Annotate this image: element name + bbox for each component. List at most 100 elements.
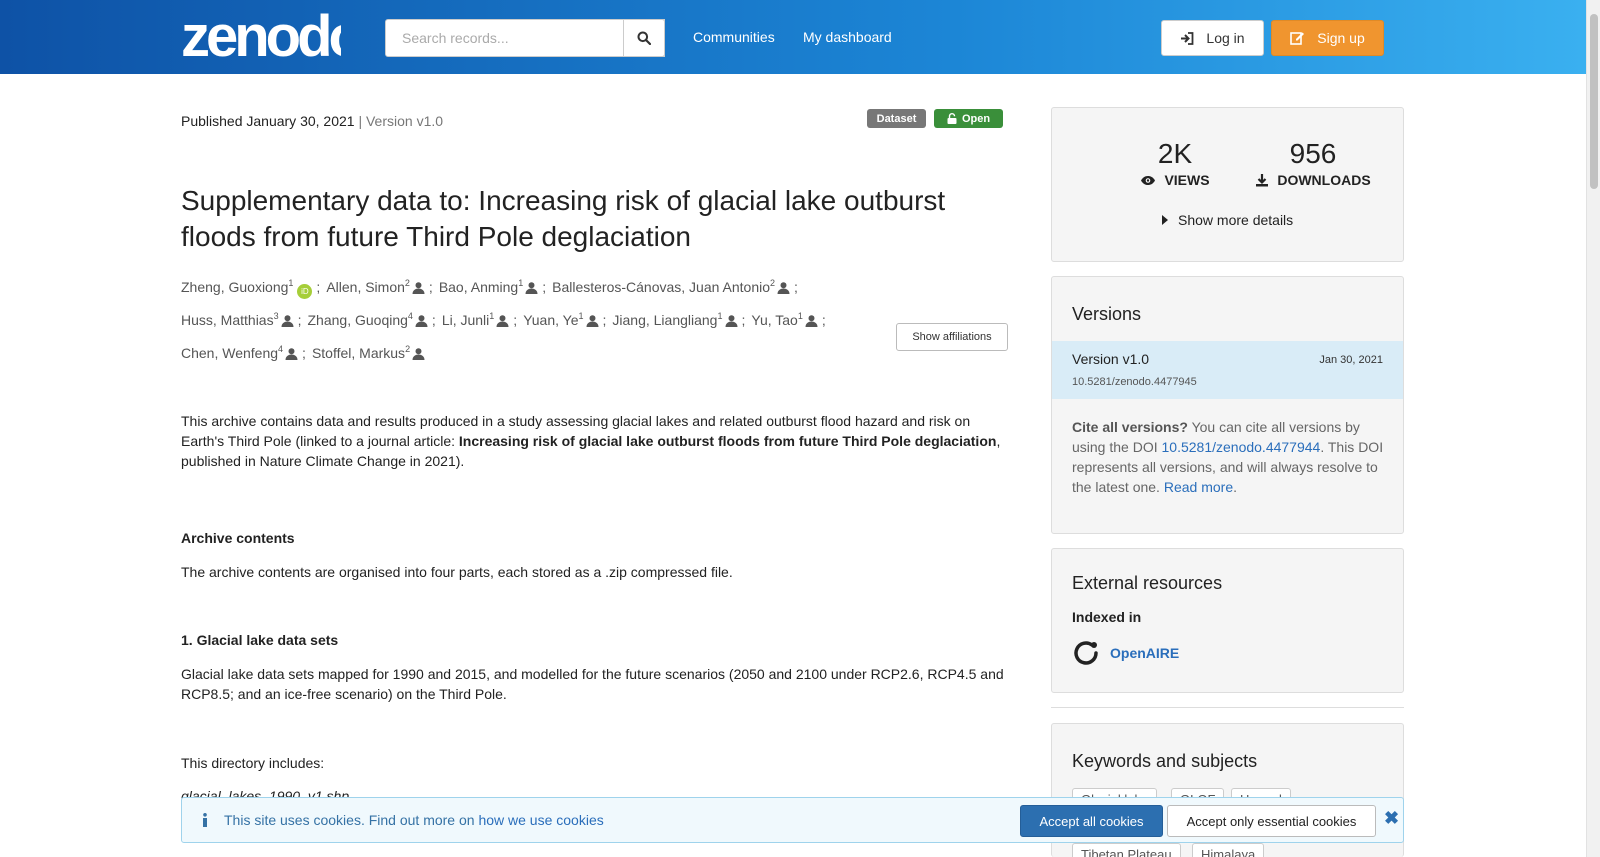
- author[interactable]: Ballesteros-Cánovas, Juan Antonio2;: [552, 270, 798, 303]
- login-button[interactable]: Log in: [1161, 20, 1264, 56]
- person-icon: [496, 309, 509, 336]
- author[interactable]: Stoffel, Markus2: [312, 336, 425, 369]
- affiliation-number: 1: [288, 278, 294, 288]
- accept-all-cookies-button[interactable]: Accept all cookies: [1020, 805, 1163, 837]
- author-separator: ;: [821, 312, 826, 328]
- author-separator: ;: [741, 312, 746, 328]
- search-icon: [637, 31, 651, 45]
- keyword-tag[interactable]: Himalaya: [1192, 843, 1265, 857]
- cookie-banner: This site uses cookies. Find out more on…: [181, 797, 1404, 843]
- zenodo-logo[interactable]: zenodo: [181, 5, 341, 65]
- author-name: Ballesteros-Cánovas, Juan Antonio: [552, 279, 771, 295]
- author[interactable]: Jiang, Liangliang1;: [612, 303, 745, 336]
- author[interactable]: Chen, Wenfeng4;: [181, 336, 306, 369]
- versions-heading: Versions: [1072, 304, 1142, 324]
- cite-all-versions: Cite all versions? You can cite all vers…: [1072, 417, 1387, 497]
- scrollbar-thumb[interactable]: [1590, 14, 1598, 189]
- top-header: zenodo Communities My dashboard Log in S…: [0, 0, 1586, 74]
- affiliation-number: 1: [717, 311, 723, 321]
- record-title: Supplementary data to: Increasing risk o…: [181, 185, 946, 252]
- affiliation-number: 2: [770, 278, 776, 288]
- author[interactable]: Allen, Simon2;: [326, 270, 433, 303]
- person-icon: [586, 309, 599, 336]
- openaire-link[interactable]: OpenAIRE: [1072, 639, 1179, 667]
- cookie-policy-link[interactable]: how we use cookies: [478, 812, 603, 828]
- author[interactable]: Yu, Tao1;: [751, 303, 825, 336]
- author-name: Bao, Anming: [438, 279, 519, 295]
- divider: [1051, 707, 1404, 708]
- access-label: Open: [961, 112, 991, 125]
- views-count: 2K: [1157, 138, 1193, 169]
- show-more-details[interactable]: Show more details: [1162, 212, 1293, 228]
- stats-panel: 2K VIEWS 956 DOWNLOADS Show more details: [1051, 107, 1404, 262]
- glacial-lake-text: Glacial lake data sets mapped for 1990 a…: [181, 666, 1004, 702]
- scrollbar[interactable]: [1586, 0, 1600, 857]
- author-name: Li, Junli: [441, 312, 490, 328]
- signup-button[interactable]: Sign up: [1271, 20, 1384, 56]
- version-doi: 10.5281/zenodo.4477945: [1072, 376, 1197, 388]
- access-badge: Open: [934, 109, 1003, 128]
- external-resources-heading: External resources: [1072, 573, 1223, 593]
- author-name: Jiang, Liangliang: [612, 312, 718, 328]
- author-separator: ;: [513, 312, 518, 328]
- author-separator: ;: [602, 312, 607, 328]
- author[interactable]: Zhang, Guoqing4;: [308, 303, 436, 336]
- show-affiliations-button[interactable]: Show affiliations: [896, 323, 1008, 351]
- edit-icon: [1290, 32, 1305, 45]
- person-icon: [777, 276, 790, 303]
- openaire-icon: [1074, 641, 1098, 665]
- archive-contents-text: The archive contents are organised into …: [181, 564, 733, 580]
- version-name: Version v1.0: [1072, 351, 1150, 367]
- author-name: Zhang, Guoqing: [307, 312, 408, 328]
- person-icon: [525, 276, 538, 303]
- affiliation-number: 2: [404, 278, 410, 288]
- keyword-tag[interactable]: Tibetan Plateau: [1072, 843, 1181, 857]
- author[interactable]: Huss, Matthias3;: [181, 303, 302, 336]
- version-label: | Version v1.0: [358, 113, 444, 129]
- search-button[interactable]: [623, 19, 665, 57]
- directory-includes-text: This directory includes:: [181, 755, 325, 771]
- glacial-lake-heading: 1. Glacial lake data sets: [181, 632, 339, 648]
- person-icon: [281, 309, 294, 336]
- concept-doi-link[interactable]: 10.5281/zenodo.4477944: [1162, 439, 1321, 455]
- close-icon[interactable]: ✖: [1384, 808, 1399, 829]
- version-item[interactable]: Version v1.0 Jan 30, 2021 10.5281/zenodo…: [1052, 341, 1403, 399]
- orcid-icon[interactable]: iD: [297, 284, 313, 299]
- nav-communities[interactable]: Communities: [693, 29, 775, 45]
- accept-essential-cookies-button[interactable]: Accept only essential cookies: [1167, 805, 1376, 837]
- author[interactable]: Yuan, Ye1;: [523, 303, 606, 336]
- article-title: Increasing risk of glacial lake outburst…: [458, 433, 997, 449]
- author-separator: ;: [794, 279, 798, 295]
- person-icon: [285, 342, 298, 369]
- author-separator: ;: [428, 279, 433, 295]
- affiliation-number: 1: [489, 311, 495, 321]
- author-separator: ;: [302, 345, 306, 361]
- archive-contents-heading: Archive contents: [181, 530, 295, 546]
- affiliation-number: 1: [518, 278, 524, 288]
- published-date: Published January 30, 2021: [181, 113, 355, 129]
- affiliation-number: 4: [278, 344, 284, 354]
- info-icon: [203, 813, 207, 827]
- signup-label: Sign up: [1317, 30, 1365, 46]
- affiliation-number: 3: [273, 311, 279, 321]
- downloads-label: DOWNLOADS: [1277, 172, 1371, 188]
- author[interactable]: Zheng, Guoxiong1iD;: [181, 270, 320, 301]
- author-separator: ;: [431, 312, 436, 328]
- author-name: Allen, Simon: [326, 279, 405, 295]
- views-stat: 2K VIEWS: [1115, 138, 1235, 188]
- nav-my-dashboard[interactable]: My dashboard: [803, 29, 892, 45]
- person-icon: [412, 276, 425, 303]
- openaire-label: OpenAIRE: [1110, 645, 1180, 661]
- downloads-stat: 956 DOWNLOADS: [1238, 138, 1388, 188]
- version-date: Jan 30, 2021: [1319, 354, 1383, 366]
- author-separator: ;: [542, 279, 547, 295]
- indexed-in-label: Indexed in: [1072, 609, 1142, 625]
- affiliation-number: 1: [797, 311, 803, 321]
- description-paragraph: This archive contains data and results p…: [181, 411, 1011, 471]
- author-list: Zheng, Guoxiong1iD; Allen, Simon2; Bao, An…: [181, 270, 901, 369]
- author[interactable]: Li, Junli1;: [442, 303, 517, 336]
- read-more-link[interactable]: Read more: [1164, 479, 1233, 495]
- eye-icon: [1141, 175, 1156, 185]
- author[interactable]: Bao, Anming1;: [439, 270, 546, 303]
- external-resources-panel: External resources Indexed in OpenAIRE: [1051, 548, 1404, 693]
